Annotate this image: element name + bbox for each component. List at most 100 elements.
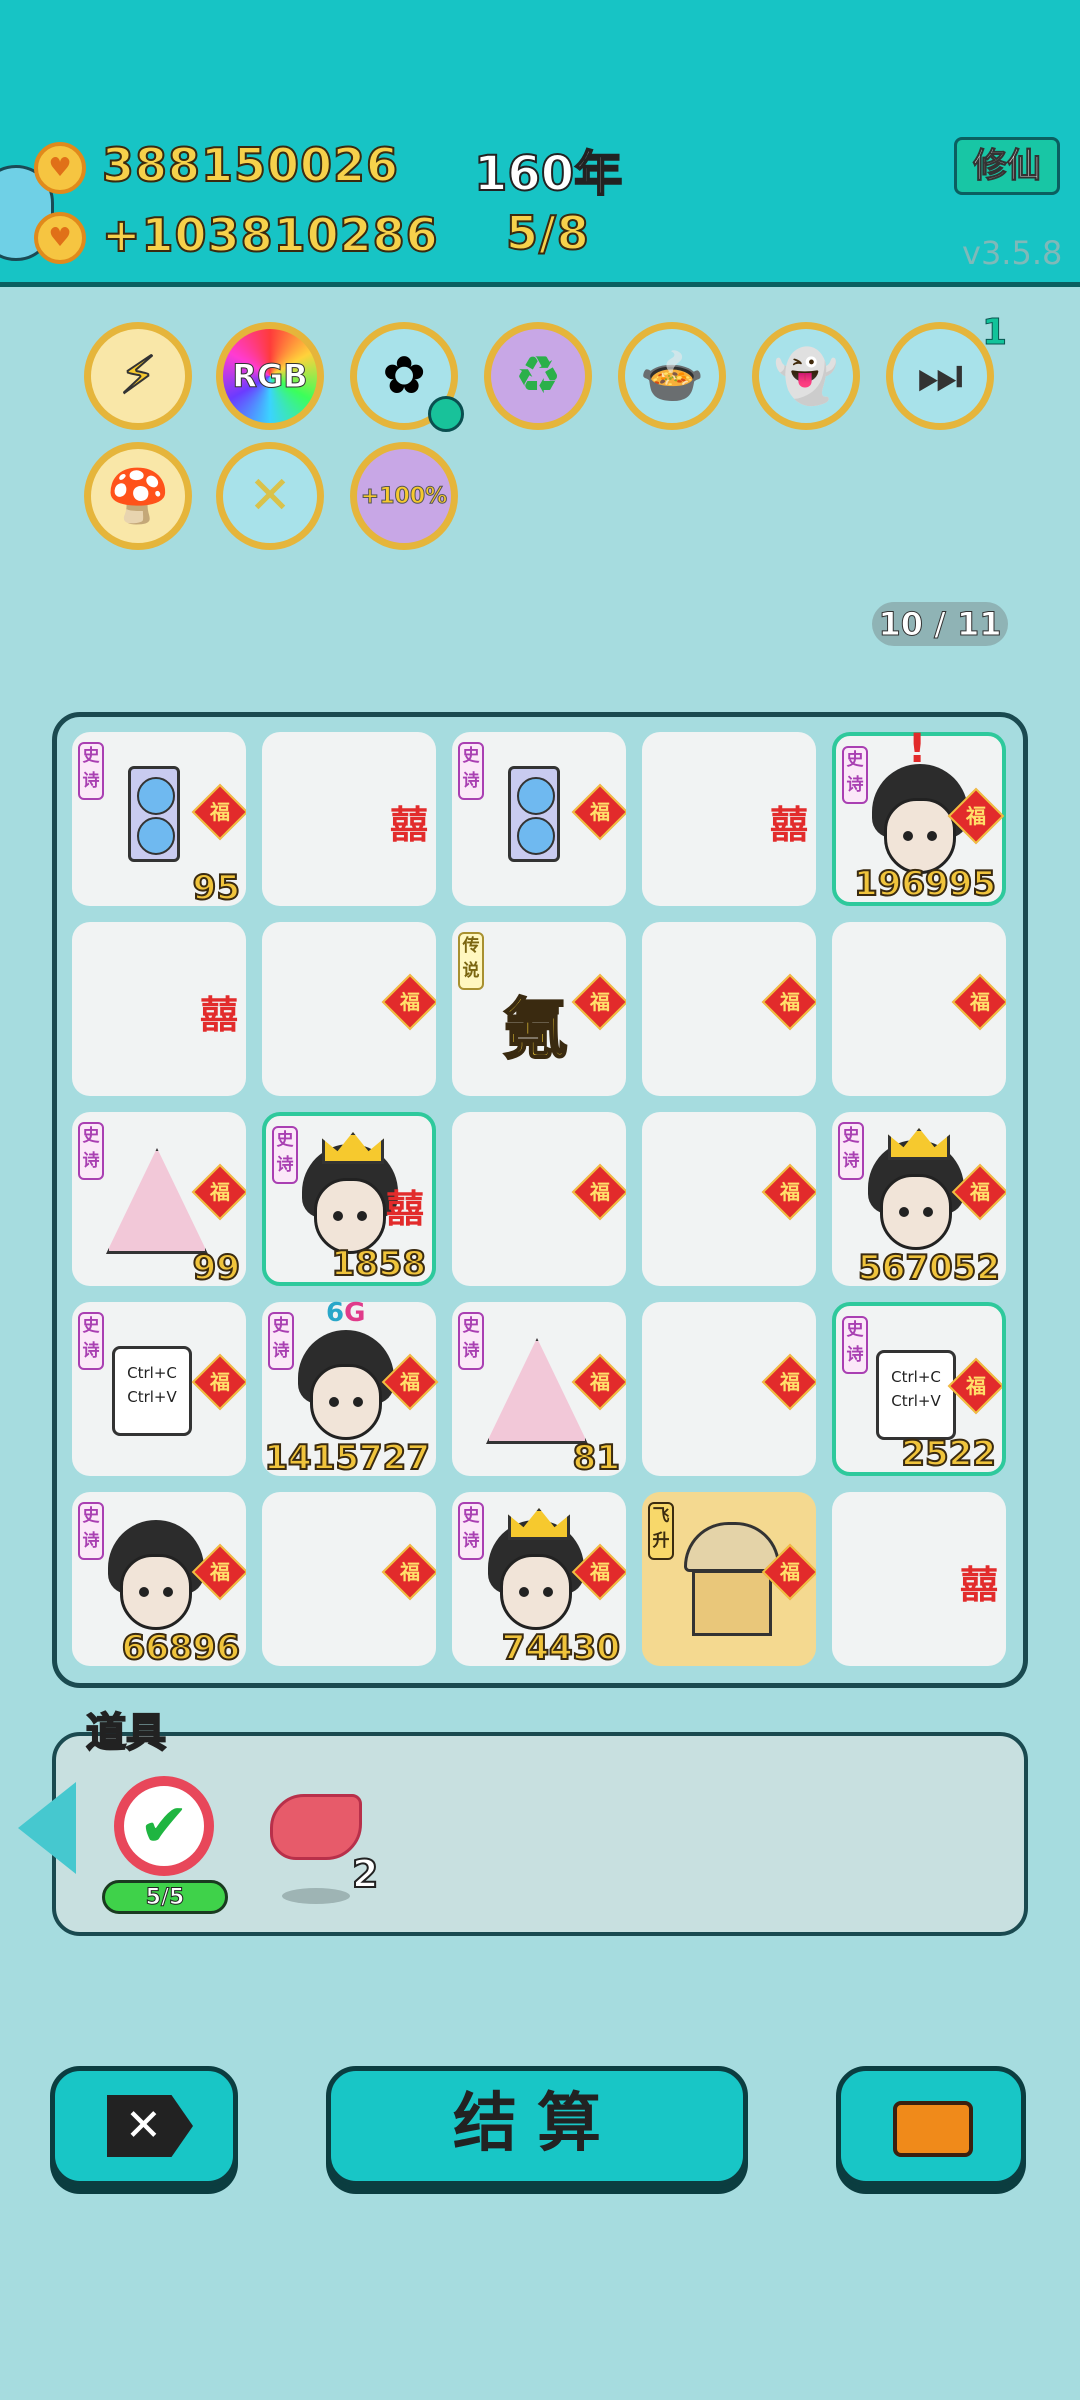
cell-empty[interactable]: 囍	[262, 732, 436, 906]
skip-orb[interactable]: ⏭	[886, 322, 994, 430]
ghost-orb[interactable]: 👻	[752, 322, 860, 430]
double-happiness-icon: 囍	[199, 993, 238, 1037]
double-happiness-icon: 囍	[769, 803, 808, 847]
copy-paste-icon: Ctrl+C Ctrl+V	[876, 1350, 956, 1440]
cell-gpu[interactable]: 史诗 福	[452, 732, 626, 906]
liver-shadow	[282, 1888, 350, 1904]
rabbit-tent-icon	[106, 1148, 208, 1254]
bonus-orb[interactable]: +100%	[350, 442, 458, 550]
ghost-icon: 👻	[773, 346, 839, 407]
epic-tag: 史诗	[78, 742, 104, 800]
cell-value: 567052	[857, 1247, 1001, 1286]
round-counter: 5/8	[505, 205, 590, 261]
recycle-icon: ♻	[514, 346, 562, 406]
crown-icon	[888, 1128, 950, 1160]
rgb-orb[interactable]: RGB	[216, 322, 324, 430]
cell-krypton[interactable]: 传说 氪 福	[452, 922, 626, 1096]
chopsticks-orb[interactable]: ✕	[216, 442, 324, 550]
chopsticks-icon: ✕	[248, 466, 292, 526]
epic-tag: 史诗	[838, 1122, 864, 1180]
character-face-icon	[108, 1520, 204, 1630]
rabbit-tent-icon	[486, 1338, 588, 1444]
epic-tag: 史诗	[458, 742, 484, 800]
settle-button[interactable]: 结算	[326, 2066, 748, 2186]
cell-clipboard[interactable]: 史诗 Ctrl+C Ctrl+V 福	[72, 1302, 246, 1476]
epic-tag: 史诗	[78, 1312, 104, 1370]
gpu-icon	[128, 766, 180, 862]
epic-tag: 史诗	[842, 1316, 868, 1374]
cultivation-button[interactable]: 修仙	[954, 137, 1060, 195]
recycle-orb[interactable]: ♻	[484, 322, 592, 430]
mushroom-cloud-icon: 🍄	[105, 466, 171, 527]
crown-icon	[322, 1132, 384, 1164]
fortune-icon: 福	[571, 1353, 626, 1411]
cell-tent[interactable]: 史诗 福 81	[452, 1302, 626, 1476]
cell-empty[interactable]: 囍	[642, 732, 816, 906]
cell-value: 99	[192, 1247, 241, 1286]
fortune-icon: 福	[951, 973, 1006, 1031]
coin-icon: ♥	[34, 142, 86, 194]
mushroom-cloud-orb[interactable]: 🍄	[84, 442, 192, 550]
lightning-orb[interactable]: ⚡	[84, 322, 192, 430]
gpu-icon	[508, 766, 560, 862]
cell-empty[interactable]: 福	[262, 1492, 436, 1666]
cell-empty[interactable]: 囍	[72, 922, 246, 1096]
crown-icon	[508, 1508, 570, 1540]
epic-tag: 史诗	[78, 1502, 104, 1560]
close-button[interactable]: ✕	[50, 2066, 238, 2186]
cell-empty[interactable]: 福	[262, 922, 436, 1096]
bubble-tea-cup-icon	[684, 1522, 780, 1638]
cell-empty[interactable]: 福	[642, 1112, 816, 1286]
fortune-icon: 福	[761, 973, 816, 1031]
cell-clipboard[interactable]: 史诗 Ctrl+C Ctrl+V 福 2522	[832, 1302, 1006, 1476]
fortune-icon: 福	[571, 783, 626, 841]
double-happiness-icon: 囍	[389, 803, 428, 847]
double-happiness-icon: 囍	[385, 1187, 424, 1231]
cell-character[interactable]: 6G 史诗 福 1415727	[262, 1298, 439, 1479]
cell-character[interactable]: ! 史诗 福 196995	[832, 726, 1006, 906]
rgb-label: RGB	[232, 357, 308, 396]
notification-dot	[428, 396, 464, 432]
flower-icon: ✿	[382, 346, 426, 406]
character-face-icon	[298, 1330, 394, 1440]
epic-tag: 史诗	[272, 1126, 298, 1184]
cell-empty[interactable]: 囍	[832, 1492, 1006, 1666]
skip-icon: ⏭	[916, 345, 964, 406]
year-counter: 160年	[473, 145, 623, 203]
cell-value: 1858	[330, 1243, 427, 1284]
bag-button[interactable]	[836, 2066, 1026, 2186]
skip-orb-badge: 1	[981, 312, 1008, 354]
slot-counter: 10 / 11	[872, 602, 1008, 646]
version-label: v3.5.8	[962, 234, 1063, 272]
cell-empty[interactable]: 福	[832, 922, 1006, 1096]
cell-character[interactable]: 史诗 囍 1858	[262, 1112, 436, 1286]
cell-cup[interactable]: 飞升 福	[642, 1492, 816, 1666]
cell-character[interactable]: 史诗 福 74430	[452, 1492, 626, 1666]
epic-tag: 史诗	[458, 1312, 484, 1370]
epic-tag: 史诗	[268, 1312, 294, 1370]
checkmark-item-icon[interactable]: ✔	[114, 1776, 214, 1876]
cell-empty[interactable]: 福	[642, 922, 816, 1096]
cell-value: 1415727	[263, 1437, 431, 1479]
rice-cooker-orb[interactable]: 🍲	[618, 322, 726, 430]
coin-income: +103810286	[101, 207, 439, 263]
liver-count: 2	[351, 1851, 379, 1897]
fortune-icon: 福	[571, 973, 626, 1031]
liver-item-icon[interactable]	[270, 1794, 362, 1860]
cell-empty[interactable]: 福	[642, 1302, 816, 1476]
fortune-icon: 福	[761, 1163, 816, 1221]
fortune-icon: 福	[191, 783, 246, 841]
fortune-icon: 福	[761, 1353, 816, 1411]
copy-paste-icon: Ctrl+C Ctrl+V	[112, 1346, 192, 1436]
arrow-left-icon[interactable]	[18, 1782, 76, 1874]
income-coin-icon: ♥	[34, 212, 86, 264]
cell-character[interactable]: 史诗 福 567052	[832, 1112, 1006, 1286]
cell-gpu[interactable]: 史诗 福 95	[72, 732, 246, 906]
cell-character[interactable]: 史诗 福 66896	[72, 1492, 246, 1666]
lightning-icon: ⚡	[119, 345, 157, 407]
cell-value: 95	[192, 867, 241, 906]
fortune-icon: 福	[381, 1543, 436, 1601]
cell-empty[interactable]: 福	[452, 1112, 626, 1286]
cell-tent[interactable]: 史诗 福 99	[72, 1112, 246, 1286]
coin-total: 388150026	[101, 137, 400, 193]
